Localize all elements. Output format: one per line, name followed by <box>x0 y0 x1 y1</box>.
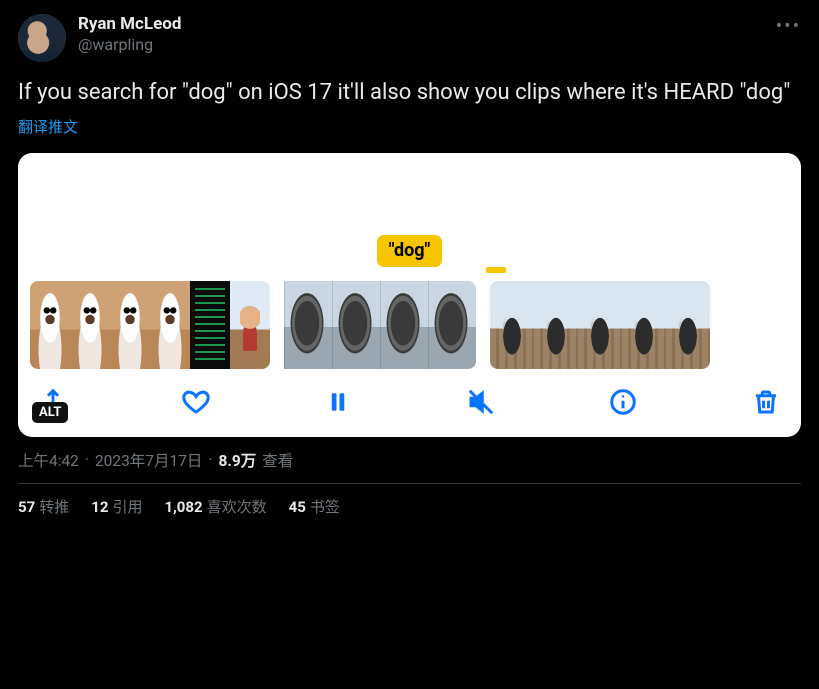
heart-icon <box>181 387 211 417</box>
retweets-stat[interactable]: 57转推 <box>18 496 69 517</box>
delete-button[interactable] <box>749 385 783 419</box>
clip-frame <box>490 281 534 369</box>
clip-frame <box>332 281 380 369</box>
clip-group-3[interactable] <box>490 281 710 369</box>
tweet-time[interactable]: 上午4:42 <box>18 449 79 471</box>
clip-frame <box>30 281 70 369</box>
timeline-marker-icon <box>486 267 506 273</box>
clip-frame <box>190 281 230 369</box>
engagement-stats: 57转推 12引用 1,082 喜欢次数 45书签 <box>18 484 801 517</box>
bookmarks-label: 书签 <box>310 498 340 516</box>
author-avatar[interactable] <box>18 14 66 62</box>
quotes-count: 12 <box>91 498 108 516</box>
meta-sep: · <box>208 451 212 469</box>
speaker-muted-icon <box>466 387 496 417</box>
clip-frame <box>284 281 332 369</box>
tweet-header: Ryan McLeod @warpling <box>18 14 801 62</box>
clip-group-2[interactable] <box>284 281 476 369</box>
clip-frame <box>110 281 150 369</box>
clip-frame <box>380 281 428 369</box>
likes-label: 喜欢次数 <box>207 498 267 516</box>
bookmarks-count: 45 <box>289 498 306 516</box>
clip-frame <box>150 281 190 369</box>
info-icon <box>608 387 638 417</box>
translate-link[interactable]: 翻译推文 <box>18 116 801 137</box>
likes-count: 1,082 <box>164 498 202 516</box>
meta-sep: · <box>85 451 89 469</box>
mute-button[interactable] <box>464 385 498 419</box>
clip-group-1[interactable] <box>30 281 270 369</box>
author-display-name: Ryan McLeod <box>78 14 181 35</box>
clip-frame <box>666 281 710 369</box>
media-whitespace <box>30 165 789 235</box>
tweet-date[interactable]: 2023年7月17日 <box>95 449 202 471</box>
tweet-container: ••• Ryan McLeod @warpling If you search … <box>0 0 819 527</box>
retweets-label: 转推 <box>39 498 69 516</box>
author-handle: @warpling <box>78 35 181 55</box>
media-toolbar <box>30 385 789 419</box>
info-button[interactable] <box>606 385 640 419</box>
media-embed[interactable]: "dog" <box>18 153 801 437</box>
alt-badge[interactable]: ALT <box>32 402 68 423</box>
author-name-block[interactable]: Ryan McLeod @warpling <box>78 14 181 55</box>
clip-frame <box>534 281 578 369</box>
video-filmstrip[interactable] <box>30 281 789 369</box>
quotes-label: 引用 <box>112 498 142 516</box>
clip-frame <box>622 281 666 369</box>
quotes-stat[interactable]: 12引用 <box>91 496 142 517</box>
clip-frame <box>428 281 476 369</box>
more-options-button[interactable]: ••• <box>776 14 801 37</box>
tweet-meta-line: 上午4:42 · 2023年7月17日 · 8.9万 查看 <box>18 449 801 471</box>
retweets-count: 57 <box>18 498 35 516</box>
search-tag-row: "dog" <box>30 235 789 267</box>
view-count-label: 查看 <box>262 449 293 471</box>
bookmarks-stat[interactable]: 45书签 <box>289 496 340 517</box>
clip-frame <box>70 281 110 369</box>
tweet-body-text: If you search for "dog" on iOS 17 it'll … <box>18 78 801 108</box>
clip-frame <box>578 281 622 369</box>
clip-frame <box>230 281 270 369</box>
trash-icon <box>751 387 781 417</box>
search-term-tag: "dog" <box>377 235 443 267</box>
likes-stat[interactable]: 1,082 喜欢次数 <box>164 496 266 517</box>
pause-button[interactable] <box>321 385 355 419</box>
pause-icon <box>323 387 353 417</box>
like-button[interactable] <box>179 385 213 419</box>
view-count: 8.9万 <box>219 449 257 471</box>
